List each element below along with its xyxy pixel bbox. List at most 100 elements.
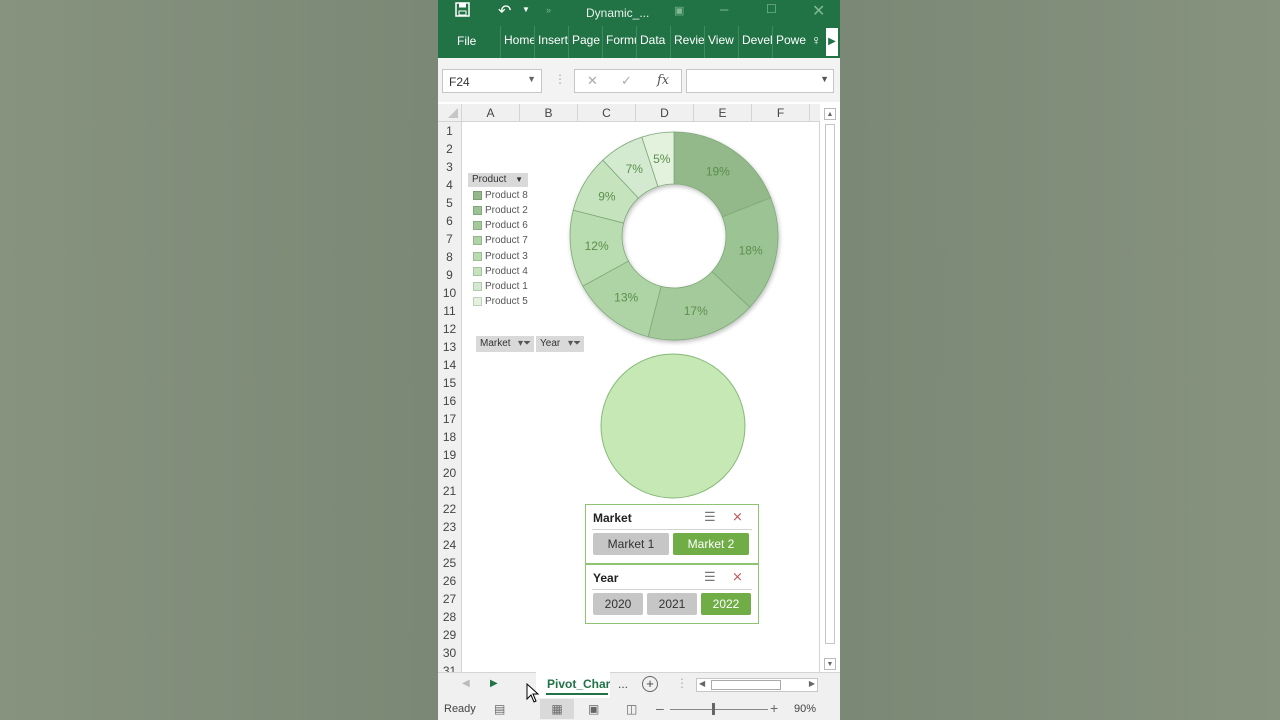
slicer-item-2020[interactable]: 2020 bbox=[593, 593, 643, 615]
row-header[interactable]: 6 bbox=[438, 212, 461, 230]
prev-sheet-icon[interactable]: ◀ bbox=[462, 678, 470, 689]
normal-view-icon[interactable]: ▦ bbox=[540, 699, 574, 719]
row-header[interactable]: 17 bbox=[438, 410, 461, 428]
horizontal-scrollbar[interactable]: ◀ ▶ bbox=[696, 678, 818, 692]
row-header[interactable]: 2 bbox=[438, 140, 461, 158]
row-header[interactable]: 19 bbox=[438, 446, 461, 464]
row-header[interactable]: 7 bbox=[438, 230, 461, 248]
tab-power[interactable]: Power bbox=[772, 26, 806, 58]
macro-record-icon[interactable]: ▤ bbox=[494, 702, 505, 716]
formula-input[interactable]: ▼ bbox=[686, 69, 834, 93]
name-box[interactable]: F24 ▼ bbox=[442, 69, 542, 93]
chevron-down-icon[interactable]: ▼ bbox=[527, 74, 536, 84]
row-header[interactable]: 29 bbox=[438, 626, 461, 644]
zoom-level[interactable]: 90% bbox=[794, 703, 816, 715]
column-header-e[interactable]: E bbox=[694, 104, 752, 122]
row-header[interactable]: 8 bbox=[438, 248, 461, 266]
tab-formulas[interactable]: Formulas bbox=[602, 26, 636, 58]
row-header[interactable]: 28 bbox=[438, 608, 461, 626]
scroll-thumb[interactable] bbox=[711, 680, 781, 690]
row-header[interactable]: 5 bbox=[438, 194, 461, 212]
select-all-corner[interactable] bbox=[438, 104, 462, 122]
ribbon-scroll-right-icon[interactable]: ▶ bbox=[826, 28, 838, 56]
row-header[interactable]: 4 bbox=[438, 176, 461, 194]
row-header[interactable]: 20 bbox=[438, 464, 461, 482]
column-header-c[interactable]: C bbox=[578, 104, 636, 122]
tab-view[interactable]: View bbox=[704, 26, 738, 58]
enter-icon[interactable]: ✓ bbox=[621, 73, 632, 89]
cancel-icon[interactable]: ✕ bbox=[587, 73, 598, 89]
row-header[interactable]: 23 bbox=[438, 518, 461, 536]
page-break-view-icon[interactable]: ◫ bbox=[626, 702, 637, 716]
row-header[interactable]: 15 bbox=[438, 374, 461, 392]
minimize-icon[interactable]: – bbox=[720, 1, 728, 18]
scroll-right-icon[interactable]: ▶ bbox=[809, 679, 815, 688]
slicer-item-2021[interactable]: 2021 bbox=[647, 593, 697, 615]
scroll-up-icon[interactable]: ▲ bbox=[824, 108, 836, 120]
add-sheet-icon[interactable]: + bbox=[642, 676, 658, 692]
zoom-slider-thumb[interactable] bbox=[712, 703, 715, 715]
column-header-d[interactable]: D bbox=[636, 104, 694, 122]
legend-product-filter[interactable]: Product ▼ bbox=[468, 173, 528, 187]
row-header[interactable]: 26 bbox=[438, 572, 461, 590]
column-header-a[interactable]: A bbox=[462, 104, 520, 122]
scroll-left-icon[interactable]: ◀ bbox=[699, 679, 705, 688]
column-header-b[interactable]: B bbox=[520, 104, 578, 122]
file-tab[interactable]: File bbox=[457, 34, 476, 48]
row-header[interactable]: 9 bbox=[438, 266, 461, 284]
row-header[interactable]: 14 bbox=[438, 356, 461, 374]
lightbulb-icon[interactable]: ♀ bbox=[811, 32, 822, 48]
page-layout-view-icon[interactable]: ▣ bbox=[588, 702, 599, 716]
tab-data[interactable]: Data bbox=[636, 26, 670, 58]
tab-developer[interactable]: Developer bbox=[738, 26, 772, 58]
multi-select-icon[interactable]: ☰ bbox=[704, 569, 716, 585]
ribbon-display-icon[interactable]: ▣ bbox=[674, 4, 684, 17]
close-icon[interactable]: ✕ bbox=[812, 1, 825, 21]
undo-dropdown-icon[interactable]: ▼ bbox=[522, 5, 530, 14]
vertical-scrollbar[interactable]: ▲ ▼ bbox=[822, 104, 838, 672]
next-sheet-icon[interactable]: ▶ bbox=[490, 678, 498, 689]
row-header[interactable]: 24 bbox=[438, 536, 461, 554]
row-header[interactable]: 25 bbox=[438, 554, 461, 572]
sheet-tab-active[interactable]: Pivot_Char bbox=[536, 672, 610, 698]
row-header[interactable]: 30 bbox=[438, 644, 461, 662]
zoom-out-icon[interactable]: – bbox=[656, 700, 664, 716]
row-header[interactable]: 12 bbox=[438, 320, 461, 338]
slicer-item-2022[interactable]: 2022 bbox=[701, 593, 751, 615]
clear-filter-icon[interactable]: ⨯ bbox=[732, 509, 743, 525]
tab-split-grip-icon[interactable]: ⋮ bbox=[676, 676, 688, 690]
tab-home[interactable]: Home bbox=[500, 26, 534, 58]
row-header[interactable]: 18 bbox=[438, 428, 461, 446]
row-header[interactable]: 13 bbox=[438, 338, 461, 356]
row-header[interactable]: 27 bbox=[438, 590, 461, 608]
row-header[interactable]: 3 bbox=[438, 158, 461, 176]
multi-select-icon[interactable]: ☰ bbox=[704, 509, 716, 525]
zoom-in-icon[interactable]: + bbox=[770, 700, 778, 716]
row-header[interactable]: 21 bbox=[438, 482, 461, 500]
save-icon[interactable] bbox=[455, 2, 470, 21]
more-sheets-button[interactable]: ... bbox=[618, 677, 628, 691]
row-header[interactable]: 11 bbox=[438, 302, 461, 320]
slicer-item-market-1[interactable]: Market 1 bbox=[593, 533, 669, 555]
year-filter-button[interactable]: Year ▾⏷ bbox=[536, 336, 584, 352]
chevron-down-icon[interactable]: ▼ bbox=[515, 173, 523, 187]
insert-function-icon[interactable]: fx bbox=[657, 73, 669, 88]
row-header[interactable]: 22 bbox=[438, 500, 461, 518]
zoom-slider[interactable] bbox=[670, 709, 768, 710]
scroll-down-icon[interactable]: ▼ bbox=[824, 658, 836, 670]
expand-formula-bar-icon[interactable]: ▼ bbox=[820, 74, 829, 84]
market-filter-button[interactable]: Market ▾⏷ bbox=[476, 336, 534, 352]
row-header[interactable]: 1 bbox=[438, 122, 461, 140]
column-header-f[interactable]: F bbox=[752, 104, 810, 122]
clear-filter-icon[interactable]: ⨯ bbox=[732, 569, 743, 585]
row-header[interactable]: 16 bbox=[438, 392, 461, 410]
maximize-icon[interactable]: ☐ bbox=[766, 2, 777, 16]
slicer-item-market-2[interactable]: Market 2 bbox=[673, 533, 749, 555]
row-header[interactable]: 31 bbox=[438, 662, 461, 672]
scroll-thumb[interactable] bbox=[825, 124, 835, 644]
row-header[interactable]: 10 bbox=[438, 284, 461, 302]
tab-insert[interactable]: Insert bbox=[534, 26, 568, 58]
undo-icon[interactable]: ↶ bbox=[498, 1, 511, 21]
tab-review[interactable]: Review bbox=[670, 26, 704, 58]
tab-page-layout[interactable]: Page bbox=[568, 26, 602, 58]
